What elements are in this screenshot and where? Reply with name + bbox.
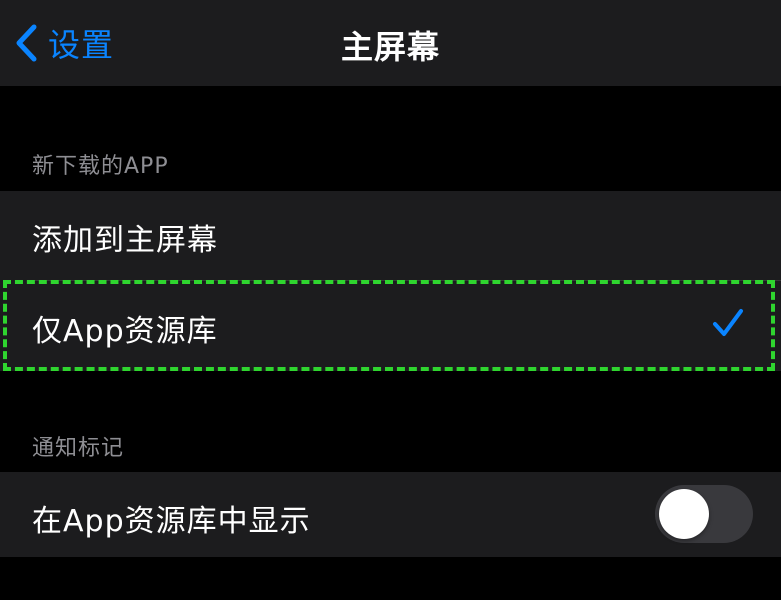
show-in-app-library-label: 在App资源库中显示 <box>32 504 311 539</box>
option-add-to-home-screen[interactable]: 添加到主屏幕 <box>0 191 781 280</box>
toggle-knob <box>659 489 709 539</box>
option-label: 仅App资源库 <box>32 314 218 349</box>
show-in-app-library-row: 在App资源库中显示 <box>0 472 781 557</box>
show-in-app-library-toggle[interactable] <box>655 485 753 543</box>
page-title: 主屏幕 <box>340 28 440 66</box>
row-separator <box>32 280 781 281</box>
home-screen-settings: 设置 主屏幕 新下载的APP 添加到主屏幕 仅App资源库 通知标记 在App资… <box>0 0 781 600</box>
checkmark-icon <box>711 306 745 340</box>
option-app-library-only[interactable]: 仅App资源库 <box>0 280 781 371</box>
option-label: 添加到主屏幕 <box>32 223 218 258</box>
navigation-bar: 设置 主屏幕 <box>0 0 781 86</box>
section-header-badges: 通知标记 <box>32 436 125 461</box>
section-header-new-downloads: 新下载的APP <box>32 154 169 179</box>
